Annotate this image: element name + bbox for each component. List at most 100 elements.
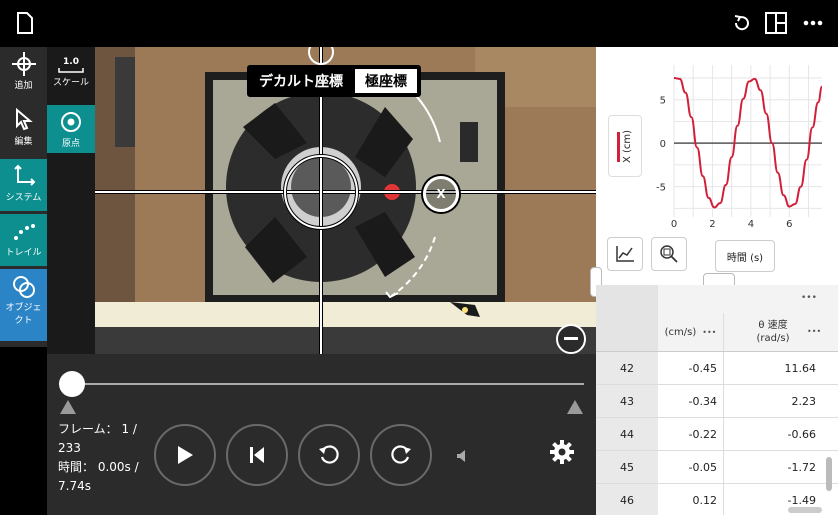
table-header: ••• (cm/s) ••• θ 速度 (rad/s) ••• [596,285,838,352]
x-tick-label: 4 [748,219,754,227]
header-corner [596,285,658,351]
timeline-track[interactable] [72,383,584,385]
scale-label: スケール [52,78,89,88]
coordinate-tabs: デカルト座標 極座標 [247,65,421,97]
col-velocity-header[interactable]: (cm/s) ••• [658,313,724,351]
start-marker-icon[interactable] [60,400,76,414]
rewind-button[interactable] [226,424,288,486]
trail-label: トレイル [5,248,42,258]
zoom-out-button[interactable] [556,324,586,354]
edit-tool[interactable]: 編集 [0,103,47,155]
volume-button[interactable] [456,448,470,464]
x-tick-label: 0 [671,219,677,227]
layout-icon[interactable] [763,10,789,36]
gear-icon [550,440,574,464]
angular-cell: 11.64 [784,361,817,375]
step-forward-button[interactable] [370,424,432,486]
objects-icon [12,276,35,298]
add-tool[interactable]: 追加 [0,47,47,99]
right-panel: X (cm) 5 0 -5 0 2 4 6 時間 (s) ••• (cm/s) ••• θ … [590,47,838,515]
line-chart-icon [616,246,634,262]
velocity-cell: -0.22 [658,418,724,450]
coordinate-subtools: 1.0 スケール 原点 [47,47,95,354]
play-icon [178,446,193,464]
velocity-cell: -0.45 [658,352,724,384]
origin-label: 原点 [61,139,80,149]
frame-info: フレーム： 1 / 233 時間： 0.00s / 7.74s [58,420,148,496]
rotate-right-icon [391,445,411,464]
file-icon[interactable] [12,10,38,36]
angular-cell: -1.72 [787,460,816,474]
top-bar [0,0,838,47]
add-label: 追加 [14,81,33,91]
system-tool[interactable]: システム [0,159,47,211]
x-tick-label: 6 [786,219,792,227]
play-button[interactable] [154,424,216,486]
rotate-left-icon [319,445,339,464]
scale-value: 1.0 [63,57,79,67]
data-table: ••• (cm/s) ••• θ 速度 (rad/s) ••• 42 -0.45… [596,285,838,515]
edit-label: 編集 [14,137,33,147]
frame-cell: 44 [596,418,658,450]
frame-cell: 43 [596,385,658,417]
col-angular-label-1: θ 速度 [758,320,788,331]
x-tick-label: 2 [709,219,715,227]
header-top-menu[interactable]: ••• [801,293,817,303]
trail-tool[interactable]: トレイル [0,214,47,266]
x-axis-selector[interactable]: 時間 (s) [715,240,775,272]
crosshair-icon [11,52,36,76]
table-row[interactable]: 45 -0.05 -1.72 [596,451,838,484]
angular-cell: -0.66 [787,427,816,441]
tracked-point-label: X [436,187,446,201]
zoom-icon [660,245,678,263]
tracked-point-marker[interactable]: X [423,176,459,212]
col-angular-label-2: (rad/s) [756,333,790,344]
graph-panel: X (cm) 5 0 -5 0 2 4 6 時間 (s) [596,47,838,282]
velocity-cell: 0.12 [658,484,724,515]
time-counter: 時間： 0.00s / 7.74s [58,460,139,493]
col-angular-menu[interactable]: ••• [807,327,821,336]
frame-cell: 42 [596,352,658,384]
x-time-chart[interactable]: 5 0 -5 0 2 4 6 [596,47,838,227]
tab-cartesian[interactable]: デカルト座標 [249,67,353,95]
table-horizontal-scrollbar[interactable] [788,507,822,513]
skip-back-icon [250,447,264,463]
graph-settings-button[interactable] [607,237,643,271]
undo-icon[interactable] [729,10,755,36]
step-back-button[interactable] [298,424,360,486]
system-label: システム [5,193,42,203]
timeline-thumb[interactable] [59,371,85,397]
origin-icon [61,112,81,132]
speaker-icon [457,450,465,462]
object-tool[interactable]: オブジェクト [0,269,47,341]
left-toolbar: 追加 編集 システム トレイル オブジェクト [0,47,47,347]
frame-cell: 46 [596,484,658,515]
table-vertical-scrollbar[interactable] [826,457,832,491]
frame-cell: 45 [596,451,658,483]
velocity-cell: -0.34 [658,385,724,417]
velocity-cell: -0.05 [658,451,724,483]
y-tick-label: 5 [660,96,666,107]
col-velocity-label: (cm/s) [664,326,697,338]
angular-cell: 2.23 [791,394,817,408]
pointer-icon [15,108,33,131]
end-marker-icon[interactable] [567,400,583,414]
more-icon[interactable] [800,10,826,36]
axes-icon [13,164,35,186]
table-row[interactable]: 43 -0.34 2.23 [596,385,838,418]
trail-icon [13,224,35,240]
origin-tool[interactable]: 原点 [47,105,95,153]
col-velocity-menu[interactable]: ••• [702,328,716,337]
tab-polar[interactable]: 極座標 [353,67,419,95]
settings-button[interactable] [549,439,577,467]
frame-counter: フレーム： 1 / 233 [58,422,137,455]
table-row[interactable]: 42 -0.45 11.64 [596,352,838,385]
y-tick-label: -5 [656,183,666,194]
y-tick-label: 0 [660,139,666,150]
scale-tool[interactable]: 1.0 スケール [47,52,95,100]
object-label: オブジェクト [5,303,42,326]
ruler-icon [58,68,84,73]
table-row[interactable]: 44 -0.22 -0.66 [596,418,838,451]
graph-zoom-button[interactable] [651,237,687,271]
minus-icon [564,337,578,340]
